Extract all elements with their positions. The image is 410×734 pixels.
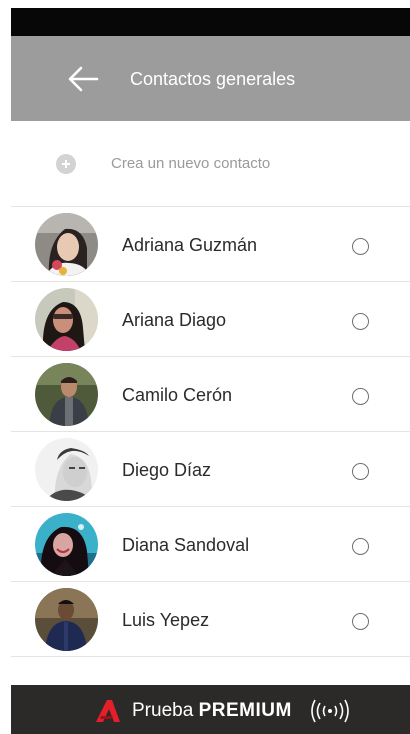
contact-list: Adriana Guzmán Ariana Diago Camilo Cerón… (11, 207, 410, 657)
contact-name: Ariana Diago (122, 310, 227, 330)
contact-name: Camilo Cerón (122, 385, 233, 405)
new-contact-label: Crea un nuevo contacto (111, 155, 271, 172)
avatar (35, 513, 98, 576)
contact-row[interactable]: Ariana Diago (11, 282, 410, 357)
nfc-waves-icon (310, 699, 350, 723)
contact-row[interactable]: Luis Yepez (11, 582, 410, 657)
avatar (35, 213, 98, 276)
contact-row[interactable]: Camilo Cerón (11, 357, 410, 432)
contact-row[interactable]: Adriana Guzmán (11, 207, 410, 282)
contact-row[interactable]: Diana Sandoval (11, 507, 410, 582)
phone-screen: Contactos generales Crea un nuevo contac… (11, 0, 410, 734)
contact-name: Diego Díaz (122, 460, 212, 480)
brand-a-logo-icon (95, 699, 121, 723)
contact-name: Diana Sandoval (122, 535, 250, 555)
avatar (35, 363, 98, 426)
page-title: Contactos generales (130, 69, 296, 89)
avatar (35, 288, 98, 351)
status-bar (11, 8, 410, 36)
avatar (35, 438, 98, 501)
premium-banner[interactable]: Prueba PREMIUM (11, 685, 410, 734)
select-radio[interactable] (352, 538, 369, 555)
contact-name: Luis Yepez (122, 610, 210, 630)
select-radio[interactable] (352, 463, 369, 480)
arrow-left-icon[interactable] (67, 65, 99, 93)
plus-circle-icon (56, 154, 76, 174)
contact-row[interactable]: Diego Díaz (11, 432, 410, 507)
select-radio[interactable] (352, 613, 369, 630)
select-radio[interactable] (352, 238, 369, 255)
new-contact-button[interactable]: Crea un nuevo contacto (11, 121, 410, 206)
premium-bold-text: PREMIUM (198, 700, 292, 721)
premium-prefix: Prueba (132, 700, 194, 721)
app-bar: Contactos generales (11, 36, 410, 121)
select-radio[interactable] (352, 313, 369, 330)
avatar (35, 588, 98, 651)
select-radio[interactable] (352, 388, 369, 405)
contact-name: Adriana Guzmán (122, 235, 258, 255)
premium-label: Prueba PREMIUM (132, 700, 292, 722)
